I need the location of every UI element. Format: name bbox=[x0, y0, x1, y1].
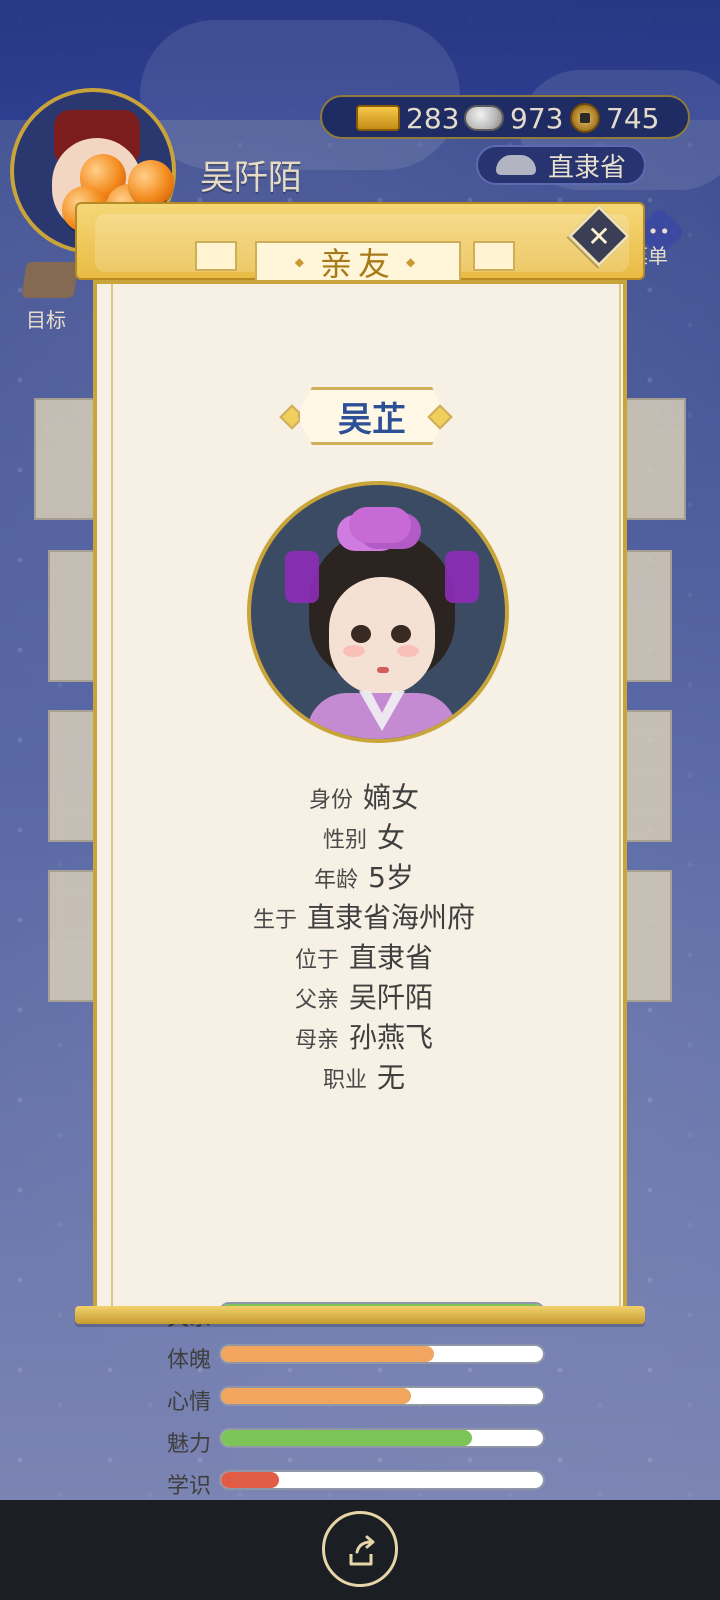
detail-key: 父亲 bbox=[294, 988, 339, 1013]
modal-paper: 吴芷 身份 嫡女 性别 女 年龄 5岁 生于 直隶省海州府 位于 直隶省 父亲 … bbox=[93, 280, 627, 1541]
scroll-rod bbox=[75, 1306, 645, 1324]
modal-title-text: 亲友 bbox=[319, 245, 396, 283]
header-slot bbox=[473, 241, 515, 271]
portrait-ribbon bbox=[445, 551, 479, 603]
stat-label: 学识 bbox=[167, 1474, 212, 1499]
gold-resource: 283 bbox=[356, 101, 459, 135]
header-slot bbox=[195, 241, 237, 271]
detail-value: 直隶省 bbox=[349, 941, 434, 974]
portrait-mouth bbox=[377, 667, 389, 673]
character-name: 吴芷 bbox=[338, 399, 406, 440]
teapot-icon bbox=[496, 155, 536, 175]
detail-key: 年龄 bbox=[314, 868, 359, 893]
detail-key: 母亲 bbox=[294, 1028, 339, 1053]
detail-row: 性别 女 bbox=[97, 816, 631, 856]
stat-row-mood: 心情 bbox=[167, 1386, 557, 1415]
detail-value: 女 bbox=[377, 821, 406, 854]
portrait-eye bbox=[391, 625, 411, 643]
stat-label: 心情 bbox=[167, 1390, 212, 1415]
detail-row: 身份 嫡女 bbox=[97, 776, 631, 816]
resource-bar: 283 973 745 bbox=[320, 95, 690, 139]
portrait-blush bbox=[343, 645, 365, 657]
silver-resource: 973 bbox=[464, 101, 563, 135]
detail-row: 年龄 5岁 bbox=[97, 856, 631, 896]
detail-value: 无 bbox=[377, 1061, 406, 1094]
detail-value: 孙燕飞 bbox=[349, 1021, 434, 1054]
orange-icon bbox=[128, 160, 174, 206]
detail-value: 嫡女 bbox=[363, 781, 420, 814]
detail-value: 直隶省海州府 bbox=[307, 901, 476, 934]
player-name: 吴阡陌 bbox=[200, 158, 302, 198]
goal-label: 目标 bbox=[26, 308, 66, 332]
relatives-modal: 亲友 ✕ 吴芷 身份 嫡女 bbox=[75, 202, 645, 1541]
stat-label: 魅力 bbox=[167, 1432, 212, 1457]
character-details: 身份 嫡女 性别 女 年龄 5岁 生于 直隶省海州府 位于 直隶省 父亲 吴阡陌 bbox=[97, 776, 631, 1096]
stat-row-knowledge: 学识 bbox=[167, 1470, 557, 1499]
portrait-eye bbox=[351, 625, 371, 643]
modal-header: 亲友 ✕ bbox=[75, 202, 645, 283]
detail-row: 位于 直隶省 bbox=[97, 936, 631, 976]
detail-row: 母亲 孙燕飞 bbox=[97, 1016, 631, 1056]
portrait-blush bbox=[397, 645, 419, 657]
stat-bar bbox=[219, 1344, 545, 1364]
share-icon bbox=[349, 1535, 375, 1566]
detail-key: 职业 bbox=[322, 1068, 367, 1093]
detail-value: 5岁 bbox=[368, 861, 414, 894]
coin-amount: 745 bbox=[606, 101, 660, 135]
gold-bar-icon bbox=[356, 105, 400, 131]
detail-key: 生于 bbox=[252, 908, 297, 933]
stat-fill bbox=[221, 1472, 279, 1488]
portrait-face bbox=[329, 577, 435, 695]
portrait-ribbon bbox=[285, 551, 319, 603]
stat-label: 体魄 bbox=[167, 1348, 212, 1373]
detail-row: 职业 无 bbox=[97, 1056, 631, 1096]
goal-icon bbox=[21, 262, 79, 298]
gold-amount: 283 bbox=[406, 101, 460, 135]
stat-bar bbox=[219, 1428, 545, 1448]
silver-amount: 973 bbox=[510, 101, 564, 135]
coin-icon bbox=[570, 103, 600, 133]
character-name-plate: 吴芷 bbox=[297, 387, 447, 445]
stat-row-charm: 魅力 bbox=[167, 1428, 557, 1457]
detail-row: 生于 直隶省海州府 bbox=[97, 896, 631, 936]
silver-ingot-icon bbox=[464, 105, 504, 131]
goal-button[interactable]: 目标 bbox=[16, 262, 84, 332]
province-label: 直隶省 bbox=[547, 152, 626, 183]
detail-row: 父亲 吴阡陌 bbox=[97, 976, 631, 1016]
detail-key: 性别 bbox=[322, 828, 367, 853]
stat-fill bbox=[221, 1430, 473, 1446]
detail-value: 吴阡陌 bbox=[349, 981, 434, 1014]
stat-fill bbox=[221, 1388, 411, 1404]
character-portrait bbox=[247, 481, 509, 743]
stat-row-physique: 体魄 bbox=[167, 1344, 557, 1373]
stat-bar bbox=[219, 1386, 545, 1406]
stat-bar bbox=[219, 1470, 545, 1490]
close-icon: ✕ bbox=[587, 219, 611, 253]
coin-resource: 745 bbox=[570, 101, 659, 135]
detail-key: 位于 bbox=[294, 948, 339, 973]
portrait-flower bbox=[349, 507, 411, 543]
stat-fill bbox=[221, 1346, 434, 1362]
share-button[interactable] bbox=[322, 1511, 398, 1587]
detail-key: 身份 bbox=[308, 788, 353, 813]
province-button[interactable]: 直隶省 bbox=[476, 145, 646, 185]
modal-title: 亲友 bbox=[255, 241, 461, 283]
